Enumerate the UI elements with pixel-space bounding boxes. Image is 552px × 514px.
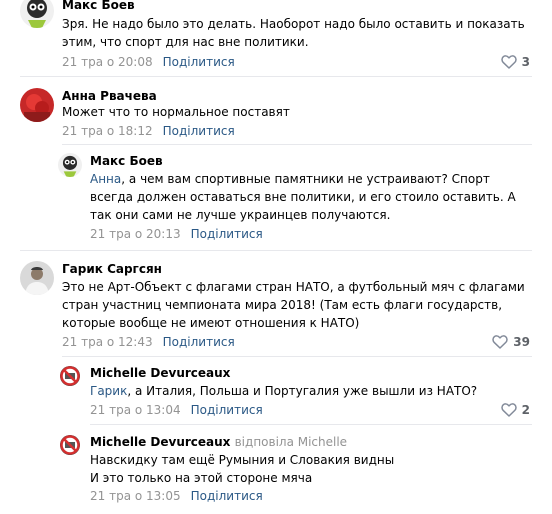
comment-author[interactable]: Анна Рвачева [62,89,157,103]
like-button[interactable]: 2 [500,403,530,417]
avatar-garik-sargsyan[interactable] [20,261,54,295]
no-symbol-icon [58,364,82,388]
avatar-michelle-devurceaux[interactable] [58,364,82,388]
like-count: 2 [521,403,530,417]
comment-meta: 21 тра о 18:12 Поділитися [62,124,235,138]
comment-text: Может что то нормальное поставят [62,105,290,119]
comment-text: Это не Арт-Объект с флагами стран НАТО, … [62,280,525,330]
comment-text: Гарик, а Италия, Польша и Португалия уже… [90,382,535,400]
comment-time[interactable]: 21 тра о 20:13 [90,227,181,241]
heart-outline-icon [492,335,509,349]
comment-author[interactable]: Гарик Саргсян [62,262,162,276]
comment-time[interactable]: 21 тра о 18:12 [62,124,153,138]
comment-time[interactable]: 21 тра о 13:05 [90,489,181,503]
mention-link[interactable]: Гарик [90,384,127,398]
like-button[interactable]: 39 [492,335,530,349]
divider [20,76,532,77]
like-count: 3 [521,55,530,69]
comment-author[interactable]: Макс Боев [90,154,163,168]
share-link[interactable]: Поділитися [163,55,235,69]
avatar-anna-rvacheva[interactable] [20,88,54,122]
mention-link[interactable]: Анна [90,172,121,186]
comment-author[interactable]: Макс Боев [62,0,135,12]
avatar-maks-boev[interactable] [58,153,82,177]
comment-text: Навскидку там ещё Румыния и Словакия вид… [90,451,535,487]
comment-text: Анна, а чем вам спортивные памятники не … [90,170,535,224]
replied-to-label[interactable]: відповіла Michelle [235,435,347,449]
comment-body: , а Италия, Польша и Португалия уже вышл… [127,384,478,398]
comment-text: Зря. Не надо было это делать. Наоборот н… [62,17,525,49]
avatar-maks-boev[interactable] [20,0,54,28]
avatar-michelle-devurceaux[interactable] [58,433,82,457]
like-button[interactable]: 3 [500,55,530,69]
comment-time[interactable]: 21 тра о 12:43 [62,335,153,349]
share-link[interactable]: Поділитися [191,403,263,417]
divider [62,356,532,357]
author-name[interactable]: Michelle Devurceaux [90,435,230,449]
comment-meta: 21 тра о 12:43 Поділитися [62,335,235,349]
comment-meta: 21 тра о 20:13 Поділитися [90,227,263,241]
divider [20,250,532,251]
comment-author[interactable]: Michelle Devurceaux [90,366,230,380]
comment-meta: 21 тра о 13:05 Поділитися [90,489,263,503]
share-link[interactable]: Поділитися [163,335,235,349]
divider [62,144,532,145]
share-link[interactable]: Поділитися [191,227,263,241]
comment-line: Навскидку там ещё Румыния и Словакия вид… [90,453,395,467]
share-link[interactable]: Поділитися [163,124,235,138]
divider [90,424,532,425]
share-link[interactable]: Поділитися [191,489,263,503]
heart-outline-icon [500,403,517,417]
heart-outline-icon [500,55,517,69]
comment-time[interactable]: 21 тра о 13:04 [90,403,181,417]
comment-author: Michelle Devurceaux відповіла Michelle [90,435,347,449]
comment-line: И это только на этой стороне мяча [90,471,313,485]
comment-meta: 21 тра о 13:04 Поділитися [90,403,263,417]
comment-time[interactable]: 21 тра о 20:08 [62,55,153,69]
comment-meta: 21 тра о 20:08 Поділитися [62,55,235,69]
like-count: 39 [513,335,530,349]
no-symbol-icon [58,433,82,457]
comment-body: , а чем вам спортивные памятники не устр… [90,172,516,222]
